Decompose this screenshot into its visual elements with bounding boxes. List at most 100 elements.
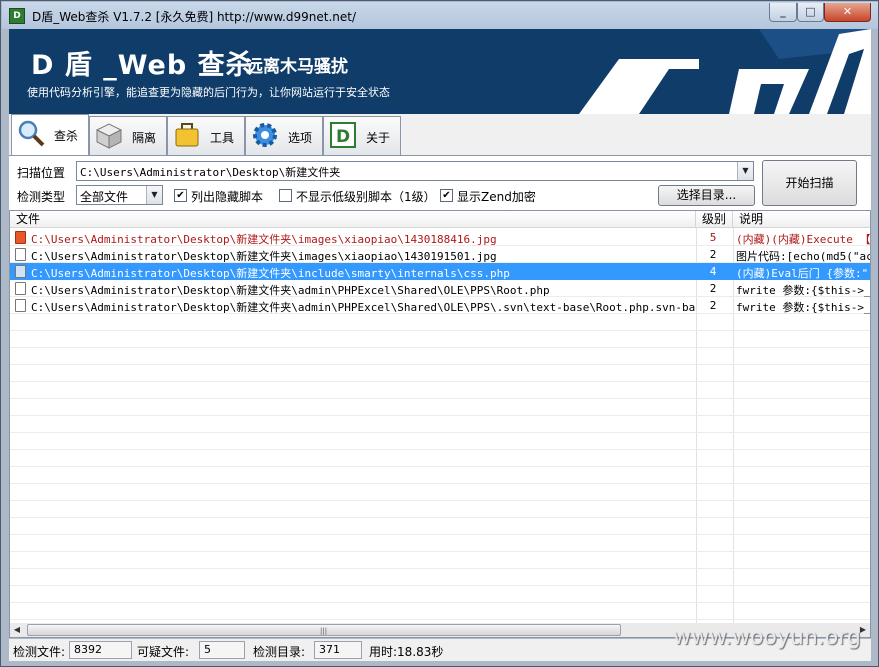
table-row[interactable]: C:\Users\Administrator\Desktop\新建文件夹\adm… xyxy=(10,280,870,297)
row-desc: 图片代码:[echo(md5("ac xyxy=(736,250,870,263)
grid-line xyxy=(10,585,870,586)
grid-line xyxy=(10,551,870,552)
d-shield-logo-icon xyxy=(579,29,871,114)
files-count-label: 检测文件: xyxy=(13,645,66,659)
banner-title: D 盾 _Web 查杀 xyxy=(31,50,254,81)
scan-path-combo[interactable]: C:\Users\Administrator\Desktop\新建文件夹 ▼ xyxy=(76,161,754,181)
tab-scan[interactable]: 查杀 xyxy=(11,114,89,156)
column-header-file[interactable]: 文件 xyxy=(10,211,696,228)
table-row[interactable]: C:\Users\Administrator\Desktop\新建文件夹\inc… xyxy=(10,263,870,280)
row-desc: (内藏)Eval后门 {参数:" xyxy=(736,267,869,280)
file-icon xyxy=(15,248,26,261)
scrollbar-thumb[interactable]: ||| xyxy=(27,624,621,636)
grid-line xyxy=(10,381,870,382)
file-icon xyxy=(15,299,26,312)
grid-line xyxy=(10,449,870,450)
start-scan-button[interactable]: 开始扫描 xyxy=(762,160,857,206)
tab-about[interactable]: D 关于 xyxy=(323,116,401,155)
watermark: www.wooyun.org xyxy=(673,625,861,650)
column-header-level[interactable]: 级别 xyxy=(696,211,733,228)
banner-subtitle: 使用代码分析引擎，能追查更为隐藏的后门行为，让你网站运行于安全状态 xyxy=(27,86,390,99)
grid-line xyxy=(10,415,870,416)
row-level: 4 xyxy=(709,265,717,278)
grid-line xyxy=(10,432,870,433)
table-row[interactable]: C:\Users\Administrator\Desktop\新建文件夹\ima… xyxy=(10,229,870,246)
tab-options[interactable]: 选项 xyxy=(245,116,323,155)
table-row[interactable]: C:\Users\Administrator\Desktop\新建文件夹\adm… xyxy=(10,297,870,314)
row-desc: (内藏)(内藏)Execute 【参 xyxy=(736,233,870,246)
row-file: C:\Users\Administrator\Desktop\新建文件夹\adm… xyxy=(31,301,695,314)
scan-controls: 扫描位置 C:\Users\Administrator\Desktop\新建文件… xyxy=(9,155,871,210)
elapsed-time: 用时:18.83秒 xyxy=(369,645,444,659)
grid-line xyxy=(10,330,870,331)
hide-low-level-label: 不显示低级别脚本（1级） xyxy=(296,190,436,204)
suspicious-count-label: 可疑文件: xyxy=(137,645,190,659)
tab-label: 隔离 xyxy=(132,131,157,145)
scan-location-label: 扫描位置 xyxy=(17,166,66,180)
dirs-count-label: 检测目录: xyxy=(253,645,306,659)
box-icon xyxy=(95,123,123,149)
checkbox-checked-icon: ✔ xyxy=(440,189,453,202)
grid-line xyxy=(10,568,870,569)
minimize-button[interactable]: _ xyxy=(769,3,797,22)
gear-icon xyxy=(253,123,277,147)
banner-slogan: 远离木马骚扰 xyxy=(246,57,348,77)
scan-path-value: C:\Users\Administrator\Desktop\新建文件夹 xyxy=(80,166,341,179)
chevron-down-icon[interactable]: ▼ xyxy=(737,162,753,180)
grid-line xyxy=(10,500,870,501)
tab-quarantine[interactable]: 隔离 xyxy=(89,116,167,155)
close-button[interactable]: ✕ xyxy=(824,3,871,22)
row-level: 2 xyxy=(709,282,717,295)
grip-icon: ||| xyxy=(320,627,328,635)
app-window: D D盾_Web查杀 V1.7.2 [永久免费] http://www.d99n… xyxy=(0,0,879,667)
tab-tools[interactable]: 工具 xyxy=(167,116,245,155)
grid-line xyxy=(10,602,870,603)
row-file: C:\Users\Administrator\Desktop\新建文件夹\ima… xyxy=(31,233,497,246)
detect-type-select[interactable]: 全部文件 ▼ xyxy=(76,185,163,205)
row-file: C:\Users\Administrator\Desktop\新建文件夹\inc… xyxy=(31,267,510,280)
results-list[interactable]: 文件 级别 说明 C:\Users\Administrator\Desktop\… xyxy=(9,210,871,638)
tab-label: 查杀 xyxy=(54,129,79,143)
row-desc: fwrite 参数:{$this->_F xyxy=(736,301,870,314)
tab-label: 选项 xyxy=(288,131,313,145)
dirs-count-value: 371 xyxy=(314,641,362,659)
row-desc: fwrite 参数:{$this->_F xyxy=(736,284,870,297)
briefcase-icon xyxy=(175,123,199,147)
row-file: C:\Users\Administrator\Desktop\新建文件夹\ima… xyxy=(31,250,497,263)
file-icon xyxy=(15,282,26,295)
tab-label: 工具 xyxy=(210,131,235,145)
row-level: 2 xyxy=(709,299,717,312)
table-row[interactable]: C:\Users\Administrator\Desktop\新建文件夹\ima… xyxy=(10,246,870,263)
title-bar[interactable]: D D盾_Web查杀 V1.7.2 [永久免费] http://www.d99n… xyxy=(2,2,878,29)
grid-line xyxy=(10,619,870,620)
grid-line xyxy=(10,483,870,484)
d-logo-icon: D xyxy=(330,122,356,148)
checkbox-unchecked-icon xyxy=(279,189,292,202)
window-title: D盾_Web查杀 V1.7.2 [永久免费] http://www.d99net… xyxy=(32,10,357,24)
maximize-button[interactable]: □ xyxy=(797,3,824,22)
grid-line xyxy=(10,347,870,348)
column-header-desc[interactable]: 说明 xyxy=(733,211,870,228)
file-icon xyxy=(15,265,26,278)
row-level: 5 xyxy=(709,231,717,244)
show-hidden-label: 列出隐藏脚本 xyxy=(191,190,264,204)
grid-line xyxy=(10,466,870,467)
detect-type-label: 检测类型 xyxy=(17,190,66,204)
files-count-value: 8392 xyxy=(69,641,132,659)
grid-line xyxy=(10,517,870,518)
tab-bar: 查杀 隔离 工具 选项 D 关于 xyxy=(9,114,871,156)
row-file: C:\Users\Administrator\Desktop\新建文件夹\adm… xyxy=(31,284,550,297)
grid-line xyxy=(10,534,870,535)
app-icon: D xyxy=(9,8,25,24)
suspicious-count-value: 5 xyxy=(199,641,245,659)
svg-text:D: D xyxy=(336,127,350,147)
banner: D 盾 _Web 查杀 远离木马骚扰 使用代码分析引擎，能追查更为隐藏的后门行为… xyxy=(9,29,871,114)
magnifier-icon xyxy=(18,120,45,147)
row-level: 2 xyxy=(709,248,717,261)
chevron-down-icon[interactable]: ▼ xyxy=(146,186,162,204)
danger-file-icon xyxy=(15,231,26,244)
scroll-left-icon[interactable]: ◀ xyxy=(10,623,24,637)
detect-type-value: 全部文件 xyxy=(80,190,129,204)
select-directory-button[interactable]: 选择目录... xyxy=(658,185,755,206)
grid-line xyxy=(10,398,870,399)
